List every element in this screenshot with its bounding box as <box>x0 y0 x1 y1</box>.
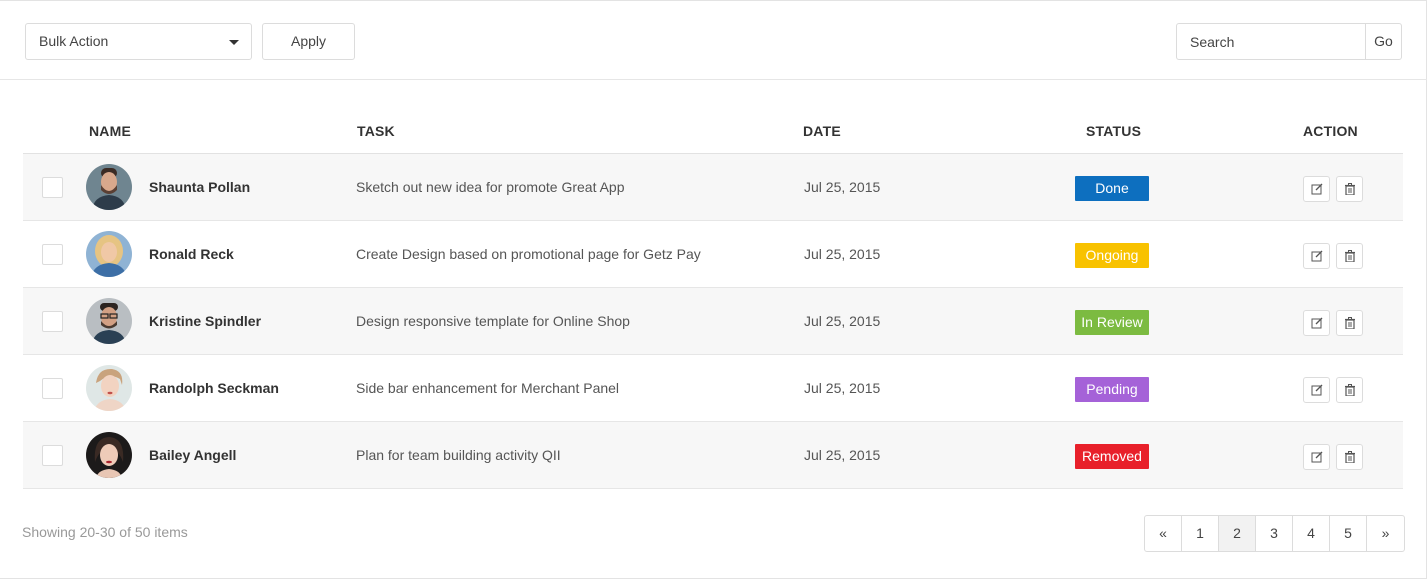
search-box: Go <box>1176 23 1402 60</box>
row-date: Jul 25, 2015 <box>804 313 881 329</box>
avatar <box>86 164 132 210</box>
pagination-page[interactable]: 2 <box>1219 516 1256 551</box>
avatar <box>86 298 132 344</box>
row-name: Ronald Reck <box>149 246 234 262</box>
delete-button[interactable] <box>1336 243 1363 269</box>
delete-button[interactable] <box>1336 310 1363 336</box>
row-task: Design responsive template for Online Sh… <box>356 313 630 329</box>
pagination-page[interactable]: 1 <box>1182 516 1219 551</box>
row-date: Jul 25, 2015 <box>804 179 881 195</box>
delete-button[interactable] <box>1336 377 1363 403</box>
pagination-page[interactable]: 5 <box>1330 516 1367 551</box>
column-header-task: TASK <box>357 123 395 139</box>
trash-icon <box>1345 317 1355 329</box>
status-badge: Ongoing <box>1075 243 1149 268</box>
status-badge: Removed <box>1075 444 1149 469</box>
showing-items-text: Showing 20-30 of 50 items <box>22 524 188 540</box>
table-row: Bailey Angell Plan for team building act… <box>23 422 1403 489</box>
go-button[interactable]: Go <box>1365 24 1401 59</box>
pagination-page[interactable]: 3 <box>1256 516 1293 551</box>
column-header-date: DATE <box>803 123 841 139</box>
column-header-name: NAME <box>89 123 132 139</box>
edit-button[interactable] <box>1303 444 1330 470</box>
pagination-previous[interactable]: « <box>1145 516 1182 551</box>
edit-button[interactable] <box>1303 377 1330 403</box>
delete-button[interactable] <box>1336 176 1363 202</box>
avatar <box>86 231 132 277</box>
row-checkbox[interactable] <box>42 244 63 265</box>
caret-down-icon <box>229 40 239 45</box>
row-task: Side bar enhancement for Merchant Panel <box>356 380 620 396</box>
pagination: « 1 2 3 4 5 » <box>1144 515 1405 552</box>
trash-icon <box>1345 183 1355 195</box>
row-checkbox[interactable] <box>42 445 63 466</box>
pagination-page[interactable]: 4 <box>1293 516 1330 551</box>
trash-icon <box>1345 384 1355 396</box>
column-header-action: ACTION <box>1303 123 1358 139</box>
trash-icon <box>1345 250 1355 262</box>
pagination-next[interactable]: » <box>1367 516 1404 551</box>
table-header: NAME TASK DATE STATUS ACTION <box>23 110 1403 154</box>
column-header-status: STATUS <box>1086 123 1142 139</box>
row-task: Plan for team building activity QII <box>356 447 561 463</box>
row-checkbox[interactable] <box>42 311 63 332</box>
tasks-table: NAME TASK DATE STATUS ACTION Shaunta Pol… <box>23 110 1403 489</box>
row-date: Jul 25, 2015 <box>804 380 881 396</box>
row-date: Jul 25, 2015 <box>804 447 881 463</box>
row-checkbox[interactable] <box>42 378 63 399</box>
status-badge: Done <box>1075 176 1149 201</box>
delete-button[interactable] <box>1336 444 1363 470</box>
table-row: Ronald Reck Create Design based on promo… <box>23 221 1403 288</box>
search-input[interactable] <box>1177 24 1367 59</box>
row-name: Kristine Spindler <box>149 313 262 329</box>
table-row: Shaunta Pollan Sketch out new idea for p… <box>23 154 1403 221</box>
edit-icon <box>1311 183 1323 195</box>
status-badge: Pending <box>1075 377 1149 402</box>
edit-icon <box>1311 384 1323 396</box>
status-badge: In Review <box>1075 310 1149 335</box>
row-name: Bailey Angell <box>149 447 237 463</box>
table-row: Kristine Spindler Design responsive temp… <box>23 288 1403 355</box>
row-date: Jul 25, 2015 <box>804 246 881 262</box>
bulk-action-label: Bulk Action <box>39 33 109 49</box>
edit-button[interactable] <box>1303 310 1330 336</box>
edit-icon <box>1311 451 1323 463</box>
edit-button[interactable] <box>1303 243 1330 269</box>
avatar <box>86 365 132 411</box>
row-task: Sketch out new idea for promote Great Ap… <box>356 179 625 195</box>
avatar <box>86 432 132 478</box>
row-name: Shaunta Pollan <box>149 179 251 195</box>
trash-icon <box>1345 451 1355 463</box>
row-checkbox[interactable] <box>42 177 63 198</box>
apply-button[interactable]: Apply <box>262 23 355 60</box>
bulk-action-select[interactable]: Bulk Action <box>25 23 252 60</box>
edit-icon <box>1311 317 1323 329</box>
row-task: Create Design based on promotional page … <box>356 246 701 262</box>
table-row: Randolph Seckman Side bar enhancement fo… <box>23 355 1403 422</box>
row-name: Randolph Seckman <box>149 380 279 396</box>
edit-icon <box>1311 250 1323 262</box>
edit-button[interactable] <box>1303 176 1330 202</box>
toolbar: Bulk Action Apply Go <box>0 1 1427 80</box>
